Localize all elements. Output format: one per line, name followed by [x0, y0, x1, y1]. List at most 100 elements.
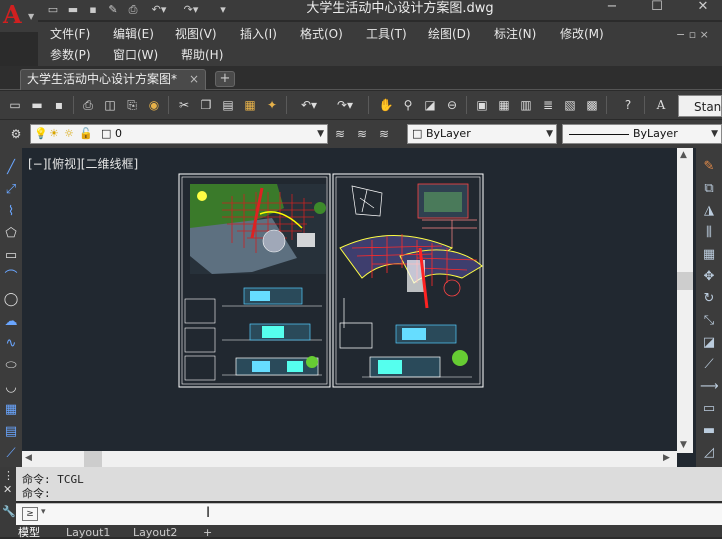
linetype-dropdown[interactable]: ByLayer ▼ — [562, 124, 722, 144]
new-tab-button[interactable]: + — [215, 71, 235, 87]
qnew-icon[interactable]: ▭ — [7, 97, 23, 113]
print-icon[interactable]: ⎙ — [126, 3, 140, 16]
markup-icon[interactable]: ▧ — [562, 97, 578, 113]
menu-help[interactable]: 帮助(H) — [181, 47, 223, 63]
ellipse-arc-icon[interactable]: ◡ — [3, 380, 19, 396]
text-style-icon[interactable]: A — [653, 97, 669, 113]
calculator-icon[interactable]: ▩ — [584, 97, 600, 113]
rotate-icon[interactable]: ↻ — [700, 290, 718, 308]
offset-icon[interactable]: ⫼ — [700, 224, 718, 242]
drawing-canvas[interactable] — [22, 148, 696, 467]
array-icon[interactable]: ▦ — [700, 246, 718, 264]
menu-edit[interactable]: 编辑(E) — [113, 26, 154, 42]
help-icon[interactable]: ? — [620, 97, 636, 113]
plot-icon[interactable]: ⎙ — [80, 97, 96, 113]
open-folder-icon[interactable]: ▬ — [66, 3, 80, 16]
menu-window[interactable]: 窗口(W) — [113, 47, 158, 63]
revcloud-icon[interactable]: ☁ — [3, 314, 19, 330]
copy-object-icon[interactable]: ⧉ — [700, 180, 718, 198]
publish-icon[interactable]: ⎘ — [124, 97, 140, 113]
redo-icon[interactable]: ↷▾ — [332, 97, 358, 113]
3d-print-icon[interactable]: ◉ — [146, 97, 162, 113]
ellipse-icon[interactable]: ⬭ — [3, 358, 19, 374]
scroll-up-icon[interactable]: ▲ — [680, 150, 687, 160]
close-tab-icon[interactable]: × — [189, 70, 199, 89]
layer-dropdown[interactable]: 💡 ☀ ☼ 🔓 □ 0 ▼ — [30, 124, 328, 144]
match-properties-icon[interactable]: ▦ — [242, 97, 258, 113]
line-icon[interactable]: ╱ — [3, 160, 19, 176]
join-icon[interactable]: ▬ — [700, 422, 718, 440]
command-window-handle[interactable]: ⋮ ✕ 🔧 — [0, 467, 16, 525]
scroll-down-icon[interactable]: ▼ — [680, 440, 687, 450]
scroll-left-icon[interactable]: ◀ — [25, 453, 32, 463]
minimize-icon[interactable]: − — [595, 0, 629, 16]
circle-icon[interactable]: ◯ — [3, 292, 19, 308]
stretch-icon[interactable]: ◪ — [700, 334, 718, 352]
menu-file[interactable]: 文件(F) — [50, 26, 90, 42]
copy-icon[interactable]: ❐ — [198, 97, 214, 113]
plot-preview-icon[interactable]: ◫ — [102, 97, 118, 113]
move-icon[interactable]: ✥ — [700, 268, 718, 286]
text-style-dropdown[interactable]: Stand — [678, 95, 722, 117]
rectangle-icon[interactable]: ▭ — [3, 248, 19, 264]
tab-layout2[interactable]: Layout2 — [133, 527, 177, 539]
customize-qat-icon[interactable]: ▾ — [210, 3, 236, 16]
layer-properties-icon[interactable]: ⚙ — [8, 126, 24, 142]
wrench-icon[interactable]: 🔧 — [2, 505, 16, 518]
new-file-icon[interactable]: ▭ — [46, 3, 60, 16]
polygon-icon[interactable]: ⬠ — [3, 226, 19, 242]
doc-window-controls[interactable]: − ▫ × — [676, 27, 709, 43]
extend-icon[interactable]: ⟶ — [700, 378, 719, 396]
redo-icon[interactable]: ↷▾ — [178, 3, 204, 16]
paste-icon[interactable]: ▤ — [220, 97, 236, 113]
tab-model[interactable]: 模型 — [18, 527, 40, 539]
tool-palettes-icon[interactable]: ▥ — [518, 97, 534, 113]
zoom-realtime-icon[interactable]: ⚲ — [400, 97, 416, 113]
undo-icon[interactable]: ↶▾ — [146, 3, 172, 16]
construction-line-icon[interactable]: ⤢ — [3, 182, 19, 198]
vertical-scrollbar[interactable]: ▲ ▼ — [677, 148, 693, 453]
polyline-icon[interactable]: ⌇ — [3, 204, 19, 220]
properties-icon[interactable]: ▣ — [474, 97, 490, 113]
tab-document[interactable]: 大学生活动中心设计方案图* × — [20, 69, 206, 90]
menu-dimension[interactable]: 标注(N) — [494, 26, 536, 42]
erase-icon[interactable]: ✎ — [700, 158, 718, 176]
pan-icon[interactable]: ✋ — [378, 97, 394, 113]
viewport-label[interactable]: [−][俯视][二维线框] — [28, 155, 138, 172]
break-icon[interactable]: ▭ — [700, 400, 718, 418]
save-as-icon[interactable]: ✎ — [106, 3, 120, 16]
design-center-icon[interactable]: ▦ — [496, 97, 512, 113]
sheet-set-icon[interactable]: ≣ — [540, 97, 556, 113]
make-block-icon[interactable]: ▤ — [3, 424, 19, 440]
tab-layout1[interactable]: Layout1 — [66, 527, 110, 539]
color-dropdown[interactable]: □ ByLayer ▼ — [407, 124, 557, 144]
spline-icon[interactable]: ∿ — [3, 336, 19, 352]
maximize-icon[interactable]: ☐ — [640, 0, 674, 16]
block-editor-icon[interactable]: ✦ — [264, 97, 280, 113]
save-icon[interactable]: ▪ — [51, 97, 67, 113]
point-icon[interactable]: ⟋ — [3, 446, 19, 462]
menu-tools[interactable]: 工具(T) — [366, 26, 407, 42]
menu-modify[interactable]: 修改(M) — [560, 26, 604, 42]
scroll-thumb[interactable] — [84, 451, 102, 467]
close-command-icon[interactable]: ✕ — [3, 483, 12, 496]
mirror-icon[interactable]: ◮ — [700, 202, 718, 220]
arc-icon[interactable]: ⌒ — [3, 270, 19, 286]
close-icon[interactable]: ✕ — [686, 0, 720, 16]
layer-state-icon[interactable]: ≋ — [376, 126, 392, 142]
menu-view[interactable]: 视图(V) — [175, 26, 217, 42]
layer-previous-icon[interactable]: ≋ — [354, 126, 370, 142]
horizontal-scrollbar[interactable]: ◀ ▶ — [22, 451, 677, 467]
application-menu-button[interactable]: A ▼ — [0, 0, 38, 32]
menu-insert[interactable]: 插入(I) — [240, 26, 277, 42]
command-input[interactable]: ≥ ▾ Ⅰ — [16, 503, 722, 525]
chevron-down-icon[interactable]: ▾ — [41, 507, 46, 517]
trim-icon[interactable]: ⟋ — [700, 356, 718, 374]
menu-parametric[interactable]: 参数(P) — [50, 47, 91, 63]
scale-icon[interactable]: ⤡ — [700, 312, 718, 330]
command-prompt-icon[interactable]: ≥ — [22, 507, 38, 521]
open-icon[interactable]: ▬ — [29, 97, 45, 113]
zoom-previous-icon[interactable]: ⊖ — [444, 97, 460, 113]
insert-block-icon[interactable]: ▦ — [3, 402, 19, 418]
undo-icon[interactable]: ↶▾ — [296, 97, 322, 113]
